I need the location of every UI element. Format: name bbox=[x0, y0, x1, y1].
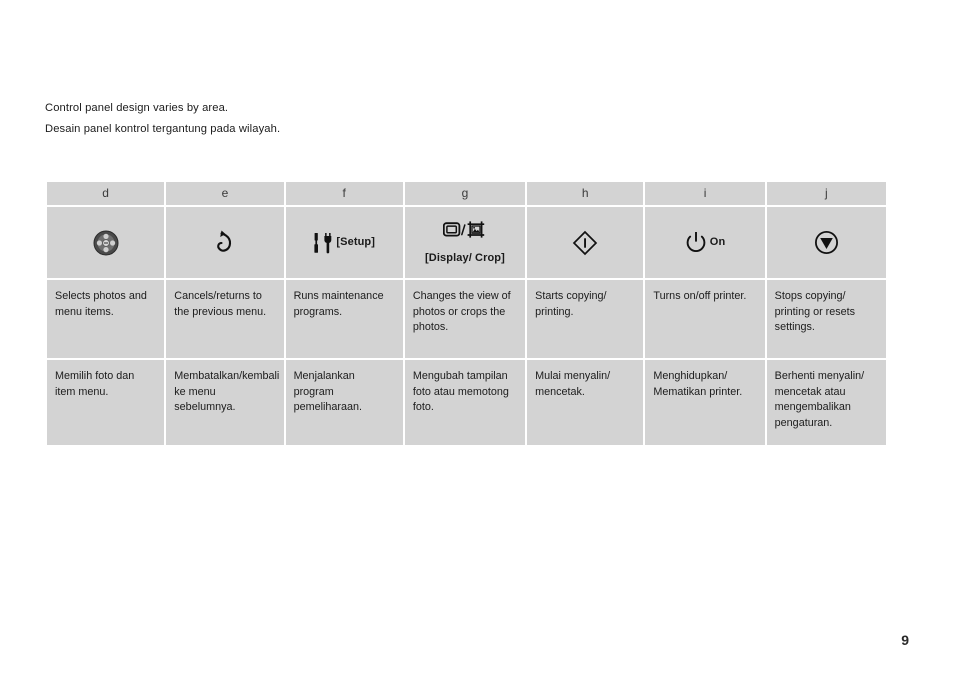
desc-en-d: Selects photos and menu items. bbox=[47, 280, 165, 358]
desc-en-h: Starts copying/ printing. bbox=[527, 280, 644, 358]
display-crop-icon bbox=[442, 220, 487, 240]
table-row-descriptions-indonesian: Memilih foto dan item menu. Membatalkan/… bbox=[47, 360, 886, 445]
desc-en-g: Changes the view of photos or crops the … bbox=[404, 280, 526, 358]
desc-id-f-text: Menjalankan program pemeliharaan. bbox=[293, 370, 362, 413]
icon-cell-e bbox=[166, 207, 284, 278]
start-diamond-icon bbox=[572, 230, 598, 256]
desc-id-i-text: Menghidupkan/ Mematikan printer. bbox=[653, 370, 743, 398]
desc-en-i-text: Turns on/off printer. bbox=[653, 290, 747, 302]
table-row-icons: [Setup] [Display/ Crop] On bbox=[47, 207, 886, 278]
setup-tools-icon bbox=[313, 232, 333, 254]
desc-id-h-text: Mulai menyalin/ mencetak. bbox=[535, 370, 611, 398]
desc-en-j-text: Stops copying/ printing or resets settin… bbox=[774, 290, 856, 333]
page-number: 9 bbox=[901, 632, 909, 648]
table-row-descriptions-english: Selects photos and menu items. Cancels/r… bbox=[47, 280, 886, 358]
power-icon bbox=[685, 231, 707, 254]
desc-en-e-text: Cancels/returns to the previous menu. bbox=[174, 290, 267, 318]
desc-id-e-text: Membatalkan/kembali ke menu sebelumnya. bbox=[174, 370, 280, 413]
desc-en-h-text: Starts copying/ printing. bbox=[535, 290, 607, 318]
icon-cell-g: [Display/ Crop] bbox=[404, 207, 526, 278]
desc-id-d: Memilih foto dan item menu. bbox=[47, 360, 165, 445]
column-letter-d: d bbox=[47, 182, 165, 205]
desc-id-g: Mengubah tampilan foto atau memotong fot… bbox=[404, 360, 526, 445]
desc-id-e: Membatalkan/kembali ke menu sebelumnya. bbox=[166, 360, 284, 445]
desc-en-j: Stops copying/ printing or resets settin… bbox=[766, 280, 886, 358]
desc-en-f: Runs maintenance programs. bbox=[285, 280, 403, 358]
column-letter-g: g bbox=[404, 182, 526, 205]
desc-id-h: Mulai menyalin/ mencetak. bbox=[527, 360, 644, 445]
stop-icon bbox=[814, 230, 839, 255]
note-line-english: Control panel design varies by area. bbox=[45, 102, 229, 114]
column-letter-h: h bbox=[527, 182, 644, 205]
back-arrow-icon bbox=[214, 230, 236, 256]
icon-label-f: [Setup] bbox=[336, 235, 376, 248]
directional-pad-icon bbox=[93, 230, 119, 256]
icon-cell-h bbox=[527, 207, 644, 278]
desc-en-e: Cancels/returns to the previous menu. bbox=[166, 280, 284, 358]
column-letter-e: e bbox=[166, 182, 284, 205]
note-line-indonesian: Desain panel kontrol tergantung pada wil… bbox=[45, 123, 281, 135]
desc-en-i: Turns on/off printer. bbox=[645, 280, 765, 358]
desc-id-g-text: Mengubah tampilan foto atau memotong fot… bbox=[412, 370, 509, 413]
icon-cell-d bbox=[47, 207, 165, 278]
document-page: Control panel design varies by area. Des… bbox=[0, 0, 954, 673]
desc-id-j: Berhenti menyalin/ mencetak atau mengemb… bbox=[766, 360, 886, 445]
icon-cell-i: On bbox=[645, 207, 765, 278]
desc-id-i: Menghidupkan/ Mematikan printer. bbox=[645, 360, 765, 445]
icon-label-i: On bbox=[709, 235, 726, 248]
desc-en-d-text: Selects photos and menu items. bbox=[55, 290, 147, 318]
desc-id-f: Menjalankan program pemeliharaan. bbox=[285, 360, 403, 445]
column-letter-i: i bbox=[645, 182, 765, 205]
intro-notes: Control panel design varies by area. Des… bbox=[45, 98, 745, 140]
column-letter-f: f bbox=[285, 182, 403, 205]
desc-id-j-text: Berhenti menyalin/ mencetak atau mengemb… bbox=[774, 370, 865, 429]
table-row-letters: d e f g h i j bbox=[47, 182, 886, 205]
icon-cell-j bbox=[766, 207, 886, 278]
icon-label-g: [Display/ Crop] bbox=[425, 251, 505, 264]
desc-id-d-text: Memilih foto dan item menu. bbox=[55, 370, 135, 398]
desc-en-g-text: Changes the view of photos or crops the … bbox=[412, 290, 511, 333]
desc-en-f-text: Runs maintenance programs. bbox=[293, 290, 384, 318]
icon-cell-f: [Setup] bbox=[285, 207, 403, 278]
column-letter-j: j bbox=[766, 182, 886, 205]
control-panel-table: d e f g h i j [Setup] [Display/ Crop] On… bbox=[45, 180, 888, 447]
